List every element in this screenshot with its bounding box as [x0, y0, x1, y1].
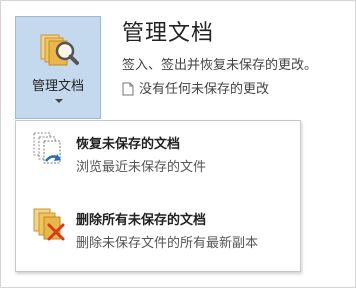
page-title: 管理文档: [122, 21, 215, 46]
status-text: 没有任何未保存的更改: [139, 82, 270, 97]
menu-item-subtitle: 删除未保存文件的所有最新副本: [76, 236, 259, 251]
backstage-panel: 管理文档 管理文档 签入、签出并恢复未保存的更改。 没有任何未保存的更改 恢复未…: [0, 0, 356, 288]
menu-item-title: 删除所有未保存的文档: [76, 213, 207, 228]
manage-document-icon: [38, 29, 80, 71]
delete-documents-icon: [30, 205, 70, 245]
manage-document-button[interactable]: 管理文档: [15, 16, 101, 119]
page-description: 签入、签出并恢复未保存的更改。: [122, 58, 318, 73]
menu-item-delete-unsaved[interactable]: 删除所有未保存的文档 删除未保存文件的所有最新副本: [16, 201, 300, 261]
menu-item-recover-unsaved[interactable]: 恢复未保存的文档 浏览最近未保存的文件: [16, 125, 300, 185]
menu-item-title: 恢复未保存的文档: [76, 137, 181, 152]
recover-documents-icon: [30, 129, 70, 169]
chevron-down-icon: [55, 99, 63, 103]
status-line: 没有任何未保存的更改: [122, 78, 269, 100]
manage-document-button-label: 管理文档: [31, 79, 84, 94]
document-icon: [122, 82, 134, 100]
manage-document-dropdown: 恢复未保存的文档 浏览最近未保存的文件 删除所有未保存的文档 删除未保存文件的所…: [15, 120, 301, 272]
menu-item-subtitle: 浏览最近未保存的文件: [76, 160, 207, 175]
